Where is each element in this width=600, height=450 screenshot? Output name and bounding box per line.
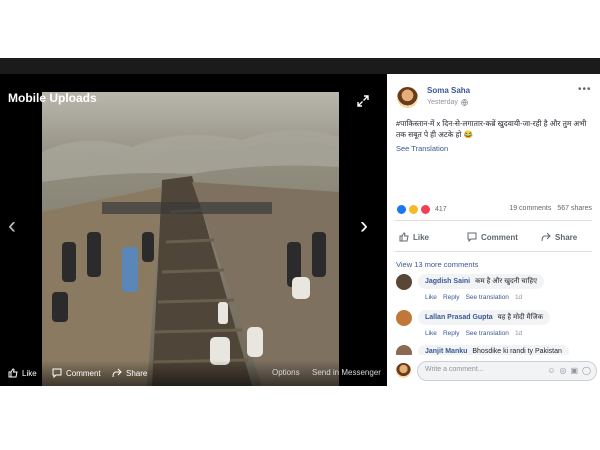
comment-actions: Like Reply See translation 1d (425, 330, 522, 337)
divider (395, 251, 592, 252)
comment-input-placeholder: Write a comment... (425, 366, 484, 373)
expand-icon[interactable] (356, 94, 370, 108)
reaction-count: 417 (435, 206, 447, 213)
thumbs-up-icon (8, 368, 18, 378)
comment-icon (52, 368, 62, 378)
share-icon (541, 232, 551, 242)
comment-like-link[interactable]: Like (425, 330, 437, 337)
see-translation-link[interactable]: See Translation (396, 144, 448, 153)
shares-count[interactable]: 567 shares (557, 205, 592, 212)
comment-actions: Like Reply See translation 1d (425, 294, 522, 301)
comment-text: Bhosdike ki randi ty Pakistan (472, 348, 562, 355)
album-title: Mobile Uploads (8, 91, 97, 105)
viewer-share-label: Share (126, 368, 148, 378)
love-reaction-icon (420, 204, 431, 215)
comment-icon (467, 232, 477, 242)
options-button[interactable]: Options (272, 368, 300, 377)
emoji-icon[interactable]: ☺ (547, 366, 555, 375)
comment-bubble: Jagdish Saini कम है और खुदनी चाहिए (418, 274, 544, 289)
author-avatar[interactable] (397, 87, 418, 108)
previous-photo-icon[interactable]: ‹ (8, 214, 16, 238)
comment-item-partial: Janjit Manku Bhosdike ki randi ty Pakist… (396, 345, 596, 355)
viewer-action-bar: Like Comment Share Options Send in Messe… (0, 360, 387, 386)
post-share-label: Share (555, 232, 578, 242)
author-name[interactable]: Soma Saha (427, 86, 470, 95)
comment-reply-link[interactable]: Reply (443, 330, 460, 337)
gif-icon[interactable]: ▣ (570, 366, 578, 375)
post-like-button[interactable]: Like (399, 232, 429, 242)
photo-graves (42, 92, 339, 386)
post-like-label: Like (413, 232, 430, 242)
view-more-comments-link[interactable]: View 13 more comments (396, 260, 478, 269)
camera-icon[interactable]: ◎ (560, 366, 567, 375)
comment-reply-link[interactable]: Reply (443, 294, 460, 301)
comment-time: 1d (514, 330, 523, 337)
comments-count[interactable]: 19 comments (509, 205, 551, 212)
composer-icons: ☺ ◎ ▣ ◯ (547, 366, 591, 375)
comment-composer: Write a comment... ☺ ◎ ▣ ◯ (396, 360, 597, 381)
post-comment-button[interactable]: Comment (467, 232, 518, 242)
comment-see-translation-link[interactable]: See translation (466, 330, 509, 337)
comment-text: यह है मोदी मैजिक (497, 314, 544, 321)
commenter-name[interactable]: Lallan Prasad Gupta (425, 314, 493, 321)
commenter-avatar[interactable] (396, 310, 412, 326)
viewer-comment-button[interactable]: Comment (52, 368, 101, 378)
comment-like-link[interactable]: Like (425, 294, 437, 301)
comment-text: कम है और खुदनी चाहिए (475, 278, 537, 285)
commenter-name[interactable]: Janjit Manku (425, 348, 467, 355)
comment-input[interactable]: Write a comment... ☺ ◎ ▣ ◯ (417, 361, 597, 381)
post-comment-label: Comment (481, 232, 518, 242)
commenter-name[interactable]: Jagdish Saini (425, 278, 470, 285)
globe-icon (461, 99, 468, 106)
post-side-panel: Soma Saha Yesterday ••• #पाकिस्तान-में x… (387, 74, 600, 386)
viewer-like-label: Like (22, 368, 37, 378)
share-icon (112, 368, 122, 378)
comment-bubble: Janjit Manku Bhosdike ki randi ty Pakist… (418, 345, 569, 355)
photo-viewer: Mobile Uploads ‹ › Like Comment Share Op… (0, 58, 600, 386)
haha-reaction-icon (408, 204, 419, 215)
engagement-counts: 19 comments 567 shares (509, 205, 592, 212)
reaction-summary[interactable]: 417 (396, 204, 447, 215)
comment-time: 1d (514, 294, 523, 301)
composer-avatar (396, 363, 411, 378)
like-reaction-icon (396, 204, 407, 215)
comment-bubble: Lallan Prasad Gupta यह है मोदी मैजिक (418, 310, 551, 325)
viewer-share-button[interactable]: Share (112, 368, 147, 378)
post-share-button[interactable]: Share (541, 232, 577, 242)
photo-lightbox: Mobile Uploads ‹ › Like Comment Share Op… (0, 74, 387, 386)
post-text: #पाकिस्तान-में x दिन-से-लगातार-कब्रें खु… (396, 119, 587, 139)
divider (395, 220, 592, 221)
thumbs-up-icon (399, 232, 409, 242)
viewer-comment-label: Comment (66, 368, 101, 378)
comment-see-translation-link[interactable]: See translation (466, 294, 509, 301)
background-page-strip (0, 58, 600, 74)
viewer-like-button[interactable]: Like (8, 368, 37, 378)
more-options-icon[interactable]: ••• (578, 84, 592, 95)
post-time: Yesterday (427, 99, 468, 106)
commenter-avatar[interactable] (396, 274, 412, 290)
commenter-avatar[interactable] (396, 345, 412, 355)
send-in-messenger-button[interactable]: Send in Messenger (312, 368, 381, 377)
post-time-text[interactable]: Yesterday (427, 99, 458, 106)
sticker-icon[interactable]: ◯ (582, 366, 591, 375)
next-photo-icon[interactable]: › (360, 214, 368, 238)
